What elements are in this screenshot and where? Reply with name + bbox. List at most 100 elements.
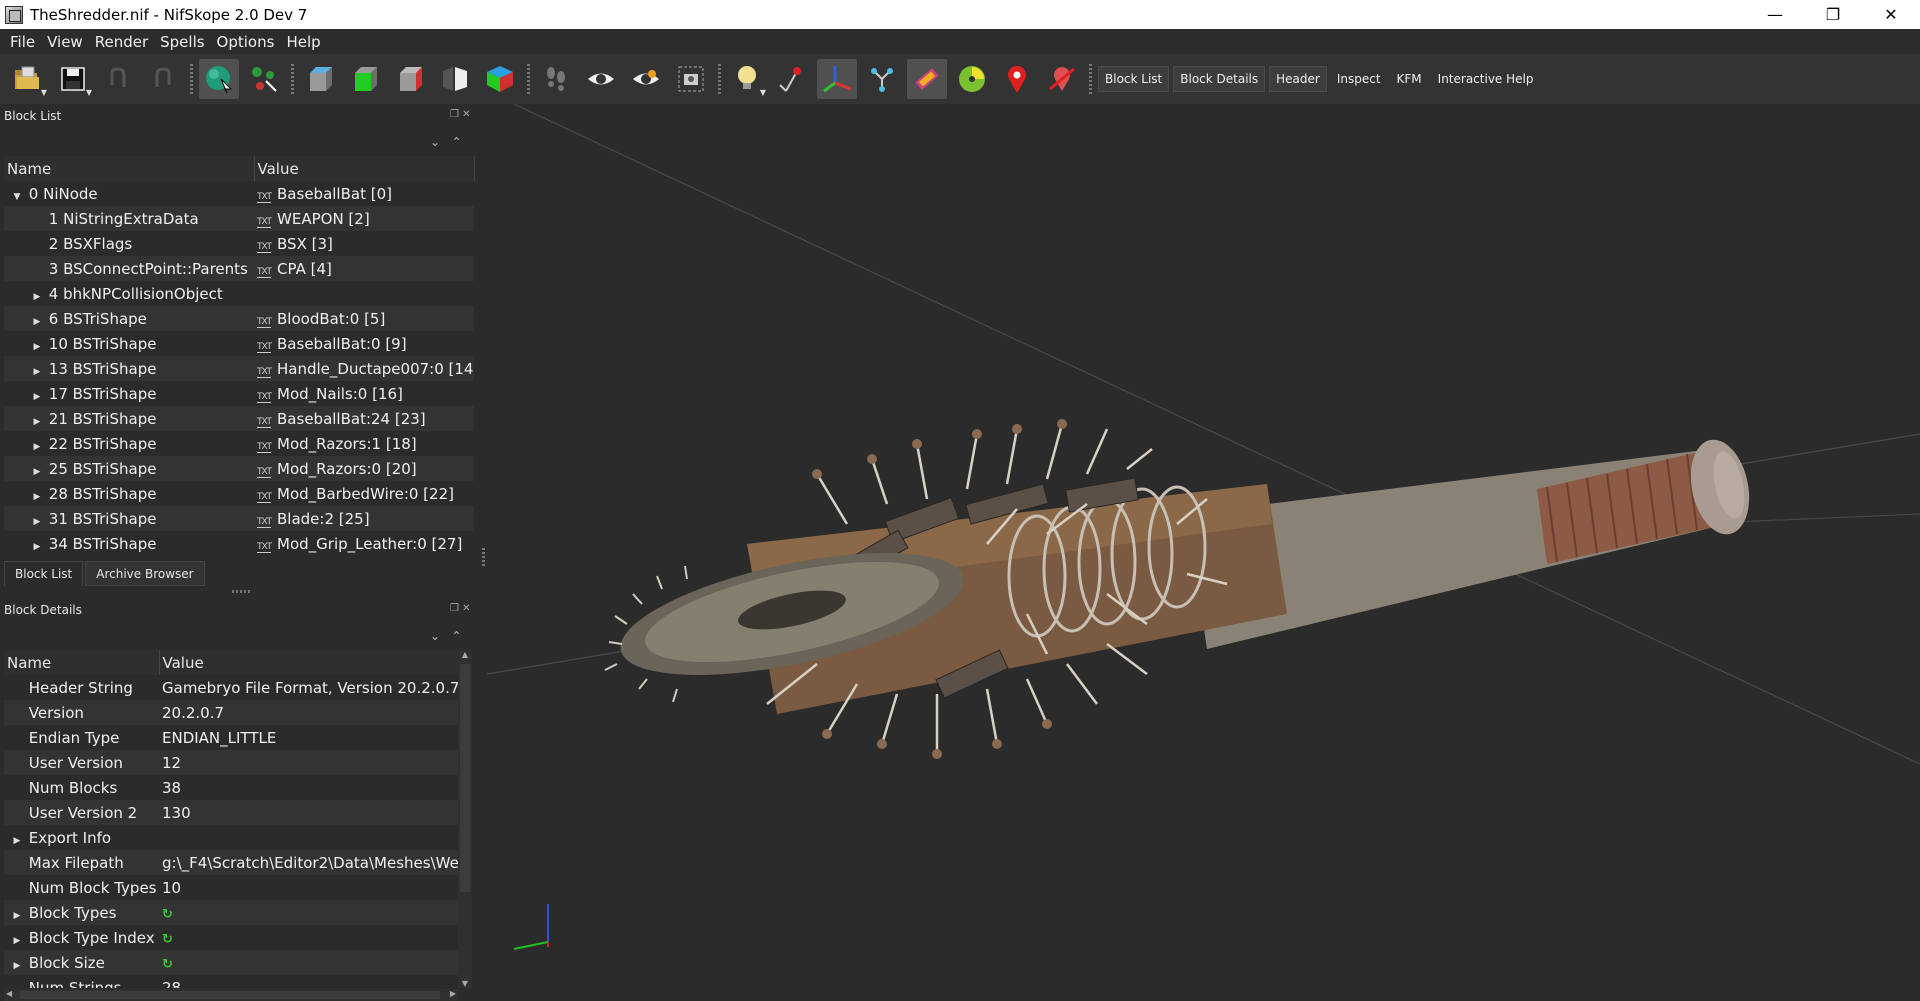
- lighting-button[interactable]: ▼: [727, 59, 767, 99]
- scroll-up-arrow[interactable]: ▲: [458, 650, 472, 659]
- refresh-icon[interactable]: ↻: [162, 907, 173, 922]
- detail-value-cell[interactable]: 20.2.0.7: [159, 700, 458, 725]
- expand-arrow-icon[interactable]: ▶: [30, 342, 44, 352]
- screenshot-button[interactable]: [671, 59, 711, 99]
- block-list-row[interactable]: ▶ 22 BSTriShape TXT Mod_Razors:1 [18]: [4, 431, 474, 456]
- open-file-button[interactable]: ▼: [8, 59, 48, 99]
- dock-resize-handle[interactable]: [482, 548, 485, 566]
- detail-value-cell[interactable]: g:\_F4\Scratch\Editor2\Data\Meshes\Weapo: [159, 850, 458, 875]
- detail-value-cell[interactable]: ENDIAN_LITTLE: [159, 725, 458, 750]
- expand-arrow-icon[interactable]: ▶: [30, 392, 44, 402]
- expand-arrow-icon[interactable]: ▶: [30, 467, 44, 477]
- undo-button[interactable]: [98, 59, 138, 99]
- block-details-row[interactable]: User Version 12: [4, 750, 458, 775]
- toolbar-inspect-button[interactable]: Inspect: [1331, 66, 1387, 92]
- expand-arrow-icon[interactable]: ▶: [10, 936, 24, 946]
- menu-spells[interactable]: Spells: [154, 33, 210, 51]
- tab-archive-browser[interactable]: Archive Browser: [85, 561, 205, 586]
- detail-value-cell[interactable]: 28: [159, 975, 458, 989]
- block-list-row[interactable]: ▶ 34 BSTriShape TXT Mod_Grip_Leather:0 [27…: [4, 531, 474, 556]
- block-list-row[interactable]: ▶ 25 BSTriShape TXT Mod_Razors:0 [20]: [4, 456, 474, 481]
- show-markers-button[interactable]: [997, 59, 1037, 99]
- show-skeleton-button[interactable]: [862, 59, 902, 99]
- detail-value-cell[interactable]: 38: [159, 775, 458, 800]
- block-list-row[interactable]: ▶ 28 BSTriShape TXT Mod_BarbedWire:0 [22]: [4, 481, 474, 506]
- tab-block-list[interactable]: Block List: [4, 561, 84, 586]
- block-list-row[interactable]: ▼ 0 NiNode TXT BaseballBat [0]: [4, 181, 474, 206]
- toolbar-interactive-help-button[interactable]: Interactive Help: [1432, 66, 1540, 92]
- view-top-button[interactable]: [390, 59, 430, 99]
- menu-view[interactable]: View: [41, 33, 89, 51]
- toolbar-header-button[interactable]: Header: [1269, 66, 1327, 92]
- expand-arrow-icon[interactable]: ▶: [30, 517, 44, 527]
- expand-arrow-icon[interactable]: ▶: [30, 367, 44, 377]
- detail-value-cell[interactable]: ↻: [159, 925, 458, 950]
- block-details-row[interactable]: Max Filepath g:\_F4\Scratch\Editor2\Data\…: [4, 850, 458, 875]
- block-list-value-header[interactable]: Value: [254, 156, 475, 181]
- scroll-left-arrow[interactable]: ◀: [6, 989, 12, 998]
- block-list-expand-controls[interactable]: ⌄ ⌃: [430, 135, 462, 149]
- block-details-row[interactable]: Num Strings 28: [4, 975, 458, 989]
- hide-markers-button[interactable]: [1042, 59, 1082, 99]
- block-list-row[interactable]: ▶ 10 BSTriShape TXT BaseballBat:0 [9]: [4, 331, 474, 356]
- scroll-thumb[interactable]: [460, 664, 470, 892]
- refresh-icon[interactable]: ↻: [162, 932, 173, 947]
- block-details-expand-controls[interactable]: ⌄ ⌃: [430, 629, 462, 643]
- bat-model[interactable]: [604, 419, 1757, 759]
- view-front-button[interactable]: [300, 59, 340, 99]
- block-details-horizontal-scrollbar[interactable]: ◀ ▶: [4, 989, 458, 1001]
- toolbar-block-details-button[interactable]: Block Details: [1173, 66, 1266, 92]
- menu-options[interactable]: Options: [211, 33, 281, 51]
- show-nodes-button[interactable]: [772, 59, 812, 99]
- block-list-dock-buttons[interactable]: ❐ ✕: [450, 109, 471, 120]
- block-details-row[interactable]: ▶ Block Type Index ↻: [4, 925, 458, 950]
- block-details-row[interactable]: Header String Gamebryo File Format, Versi…: [4, 675, 458, 700]
- expand-arrow-icon[interactable]: ▶: [10, 911, 24, 921]
- block-list-row[interactable]: ▶ 13 BSTriShape TXT Handle_Ductape007:0 [1…: [4, 356, 474, 381]
- show-selected-button[interactable]: [626, 59, 666, 99]
- dock-splitter-handle[interactable]: [232, 590, 250, 593]
- save-file-button[interactable]: ▼: [53, 59, 93, 99]
- block-details-row[interactable]: User Version 2 130: [4, 800, 458, 825]
- expand-arrow-icon[interactable]: ▶: [30, 492, 44, 502]
- block-list-row[interactable]: 1 NiStringExtraData TXT WEAPON [2]: [4, 206, 474, 231]
- scroll-right-arrow[interactable]: ▶: [450, 989, 456, 998]
- block-list-row[interactable]: ▶ 17 BSTriShape TXT Mod_Nails:0 [16]: [4, 381, 474, 406]
- block-list-row[interactable]: ▶ 4 bhkNPCollisionObject: [4, 281, 474, 306]
- menu-help[interactable]: Help: [280, 33, 326, 51]
- detail-value-cell[interactable]: ↻: [159, 900, 458, 925]
- block-details-vertical-scrollbar[interactable]: ▲ ▼: [458, 650, 472, 988]
- expand-arrow-icon[interactable]: ▶: [30, 417, 44, 427]
- block-list-row[interactable]: ▶ 31 BSTriShape TXT Blade:2 [25]: [4, 506, 474, 531]
- flip-view-button[interactable]: [435, 59, 475, 99]
- expand-arrow-icon[interactable]: ▶: [30, 442, 44, 452]
- scroll-down-arrow[interactable]: ▼: [458, 979, 472, 988]
- block-list-name-header[interactable]: Name: [4, 156, 255, 181]
- select-object-button[interactable]: [199, 59, 239, 99]
- detail-value-cell[interactable]: 130: [159, 800, 458, 825]
- view-side-button[interactable]: [345, 59, 385, 99]
- menu-file[interactable]: File: [4, 33, 41, 51]
- block-list-row[interactable]: 2 BSXFlags TXT BSX [3]: [4, 231, 474, 256]
- block-list-row[interactable]: 3 BSConnectPoint::Parents TXT CPA [4]: [4, 256, 474, 281]
- block-list-row[interactable]: ▶ 21 BSTriShape TXT BaseballBat:24 [23]: [4, 406, 474, 431]
- view-user-button[interactable]: [480, 59, 520, 99]
- expand-arrow-icon[interactable]: ▶: [10, 836, 24, 846]
- block-details-row[interactable]: Num Block Types 10: [4, 875, 458, 900]
- render-viewport[interactable]: [487, 104, 1920, 1001]
- toolbar-kfm-button[interactable]: KFM: [1391, 66, 1428, 92]
- toolbar-block-list-button[interactable]: Block List: [1098, 66, 1170, 92]
- block-details-value-header[interactable]: Value: [159, 650, 458, 675]
- redo-button[interactable]: [143, 59, 183, 99]
- block-details-name-header[interactable]: Name: [4, 650, 160, 675]
- restore-button[interactable]: ❐: [1804, 0, 1862, 29]
- expand-arrow-icon[interactable]: ▶: [10, 961, 24, 971]
- show-hidden-button[interactable]: [581, 59, 621, 99]
- block-details-row[interactable]: ▶ Export Info: [4, 825, 458, 850]
- block-details-row[interactable]: Num Blocks 38: [4, 775, 458, 800]
- detail-value-cell[interactable]: ↻: [159, 950, 458, 975]
- detail-value-cell[interactable]: 12: [159, 750, 458, 775]
- block-details-row[interactable]: Version 20.2.0.7: [4, 700, 458, 725]
- block-details-row[interactable]: Endian Type ENDIAN_LITTLE: [4, 725, 458, 750]
- menu-render[interactable]: Render: [89, 33, 154, 51]
